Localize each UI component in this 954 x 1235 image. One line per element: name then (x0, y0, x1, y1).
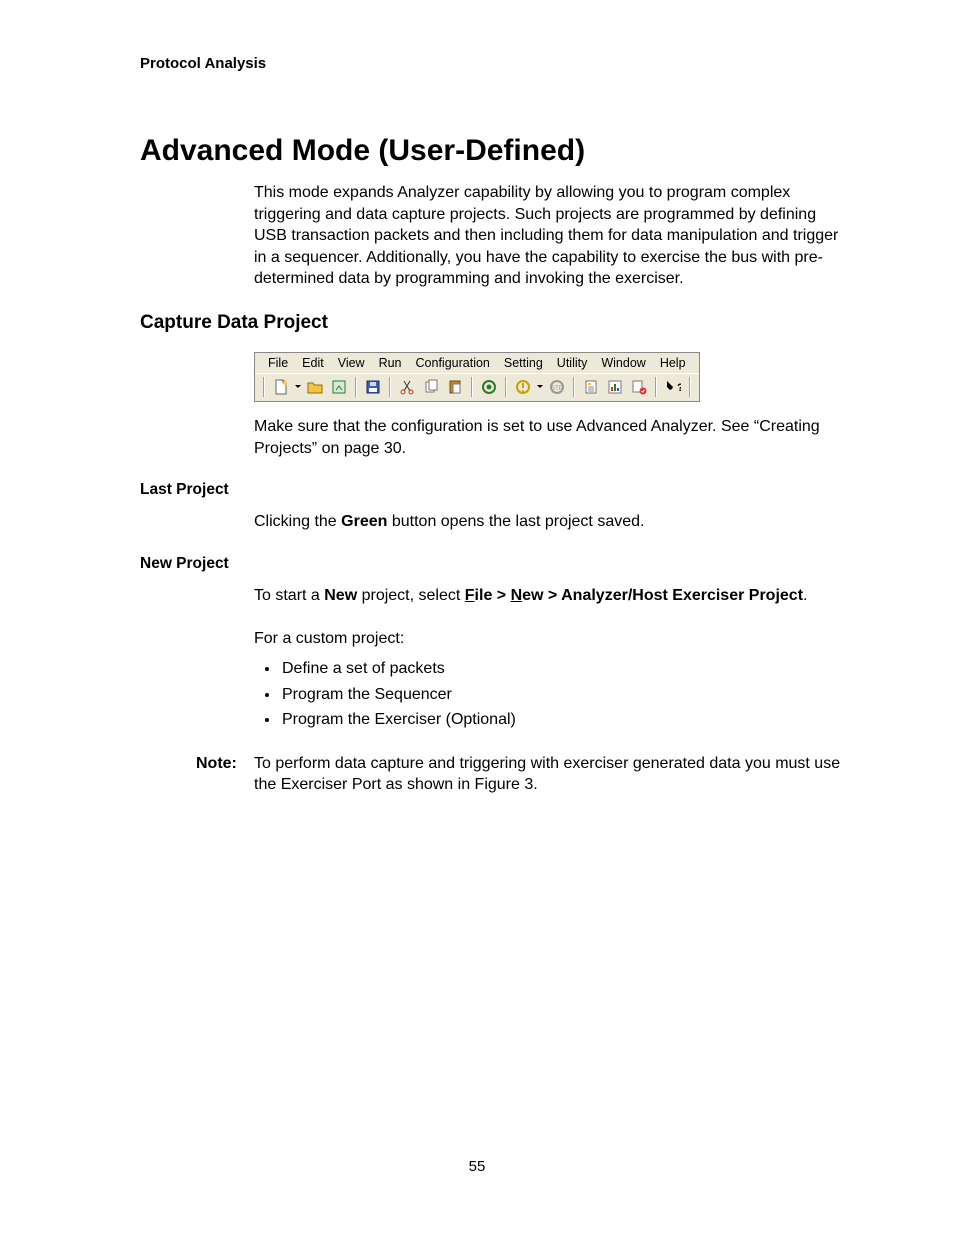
page-header: Protocol Analysis (140, 55, 844, 72)
last-project-body: Clicking the Green button opens the last… (254, 511, 844, 533)
section-title: Capture Data Project (140, 312, 844, 334)
toolbar: STP ? (255, 373, 699, 401)
chart-icon[interactable] (604, 376, 626, 398)
list-item: Program the Exerciser (Optional) (280, 707, 844, 733)
new-project-heading: New Project (140, 555, 844, 573)
new-document-icon[interactable] (270, 376, 292, 398)
menu-setting[interactable]: Setting (497, 355, 550, 371)
menu-view[interactable]: View (331, 355, 372, 371)
open-last-project-icon[interactable] (328, 376, 350, 398)
application-screenshot: File Edit View Run Configuration Setting… (254, 352, 844, 402)
menu-run[interactable]: Run (372, 355, 409, 371)
copy-icon[interactable] (420, 376, 442, 398)
run-dropdown-icon[interactable] (535, 383, 545, 391)
note-body: To perform data capture and triggering w… (254, 753, 844, 796)
note-row: Note: To perform data capture and trigge… (196, 753, 844, 796)
list-item: Program the Sequencer (280, 682, 844, 708)
page-number: 55 (0, 1158, 954, 1175)
intro-paragraph: This mode expands Analyzer capability by… (254, 182, 844, 290)
svg-text:?: ? (677, 382, 681, 394)
record-icon[interactable] (478, 376, 500, 398)
stop-icon[interactable]: STP (546, 376, 568, 398)
menu-help[interactable]: Help (653, 355, 693, 371)
new-project-start-line: To start a New project, select File > Ne… (254, 585, 844, 607)
open-folder-icon[interactable] (304, 376, 326, 398)
menu-configuration[interactable]: Configuration (409, 355, 497, 371)
paste-icon[interactable] (444, 376, 466, 398)
config-note-paragraph: Make sure that the configuration is set … (254, 416, 844, 459)
run-icon[interactable] (512, 376, 534, 398)
save-icon[interactable] (362, 376, 384, 398)
new-dropdown-icon[interactable] (293, 383, 303, 391)
menu-utility[interactable]: Utility (550, 355, 595, 371)
context-help-icon[interactable]: ? (662, 376, 684, 398)
menu-window[interactable]: Window (594, 355, 652, 371)
menubar: File Edit View Run Configuration Setting… (255, 353, 699, 373)
list-item: Define a set of packets (280, 656, 844, 682)
page-title: Advanced Mode (User-Defined) (140, 134, 844, 168)
report-icon[interactable] (580, 376, 602, 398)
cut-icon[interactable] (396, 376, 418, 398)
svg-text:STP: STP (551, 386, 563, 392)
custom-project-list: Define a set of packets Program the Sequ… (254, 656, 844, 733)
custom-project-intro: For a custom project: (254, 628, 844, 650)
menu-file[interactable]: File (261, 355, 295, 371)
last-project-heading: Last Project (140, 481, 844, 499)
exerciser-icon[interactable] (628, 376, 650, 398)
menu-edit[interactable]: Edit (295, 355, 331, 371)
note-label: Note: (196, 753, 254, 796)
